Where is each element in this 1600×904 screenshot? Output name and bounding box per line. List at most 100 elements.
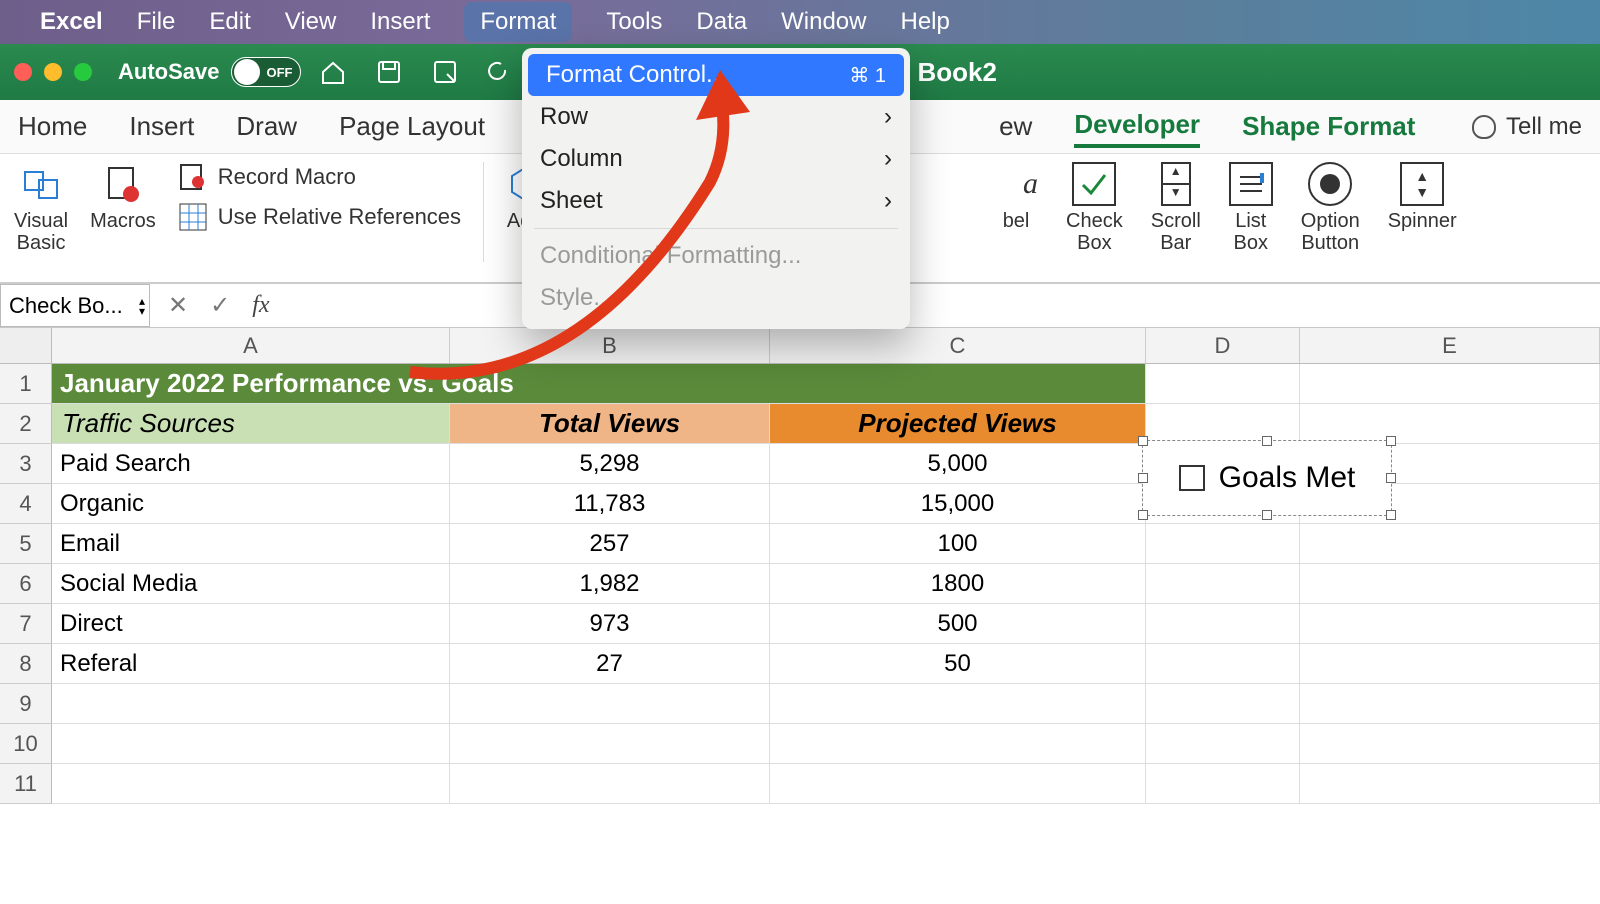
row-header[interactable]: 6 xyxy=(0,564,52,604)
namebox-stepper[interactable]: ▴▾ xyxy=(139,296,145,316)
cell[interactable]: Paid Search xyxy=(52,444,450,484)
cell[interactable]: 1800 xyxy=(770,564,1146,604)
tab-page-layout[interactable]: Page Layout xyxy=(339,107,485,146)
cell[interactable] xyxy=(1146,524,1300,564)
cancel-formula-icon[interactable]: ✕ xyxy=(168,291,188,320)
row-header[interactable]: 4 xyxy=(0,484,52,524)
row-header[interactable]: 5 xyxy=(0,524,52,564)
cell[interactable] xyxy=(1146,684,1300,724)
home-icon[interactable] xyxy=(319,58,347,86)
cell[interactable] xyxy=(52,764,450,804)
cell[interactable] xyxy=(1146,604,1300,644)
cell[interactable]: 257 xyxy=(450,524,770,564)
checkbox-control[interactable]: Check Box xyxy=(1066,162,1123,254)
menu-file[interactable]: File xyxy=(137,8,176,36)
cell[interactable] xyxy=(450,684,770,724)
cell[interactable] xyxy=(1146,564,1300,604)
tab-shape-format[interactable]: Shape Format xyxy=(1242,107,1415,146)
cell[interactable]: 1,982 xyxy=(450,564,770,604)
save-as-icon[interactable] xyxy=(431,58,459,86)
cell[interactable]: 5,000 xyxy=(770,444,1146,484)
undo-icon[interactable] xyxy=(487,58,507,86)
cell[interactable] xyxy=(1300,364,1600,404)
cell[interactable]: Social Media xyxy=(52,564,450,604)
menu-app[interactable]: Excel xyxy=(40,8,103,36)
cell[interactable] xyxy=(770,724,1146,764)
cell[interactable] xyxy=(1300,564,1600,604)
menuitem-sheet[interactable]: Sheet › xyxy=(522,180,910,222)
cell[interactable]: Organic xyxy=(52,484,450,524)
macros-button[interactable]: Macros xyxy=(90,162,156,232)
spinner-control[interactable]: ▲▼ Spinner xyxy=(1388,162,1457,232)
save-icon[interactable] xyxy=(375,58,403,86)
cell[interactable]: 11,783 xyxy=(450,484,770,524)
tab-home[interactable]: Home xyxy=(18,107,87,146)
row-header[interactable]: 1 xyxy=(0,364,52,404)
cell[interactable]: 973 xyxy=(450,604,770,644)
resize-handle[interactable] xyxy=(1262,510,1272,520)
cell[interactable] xyxy=(450,764,770,804)
cell[interactable]: Referal xyxy=(52,644,450,684)
col-header-C[interactable]: C xyxy=(770,328,1146,363)
cell[interactable] xyxy=(1146,724,1300,764)
resize-handle[interactable] xyxy=(1386,510,1396,520)
cell[interactable] xyxy=(1300,524,1600,564)
resize-handle[interactable] xyxy=(1138,436,1148,446)
menu-data[interactable]: Data xyxy=(696,8,747,36)
row-header[interactable]: 7 xyxy=(0,604,52,644)
menu-view[interactable]: View xyxy=(285,8,337,36)
menu-tools[interactable]: Tools xyxy=(606,8,662,36)
cell[interactable]: Email xyxy=(52,524,450,564)
row-header[interactable]: 8 xyxy=(0,644,52,684)
cell[interactable]: 5,298 xyxy=(450,444,770,484)
row-header[interactable]: 10 xyxy=(0,724,52,764)
cell[interactable] xyxy=(450,724,770,764)
menu-insert[interactable]: Insert xyxy=(370,8,430,36)
visual-basic-button[interactable]: Visual Basic xyxy=(14,162,68,254)
autosave-toggle[interactable]: AutoSave OFF xyxy=(118,57,301,87)
name-box[interactable]: Check Bo... ▴▾ xyxy=(0,284,150,327)
row-header[interactable]: 11 xyxy=(0,764,52,804)
col-header-D[interactable]: D xyxy=(1146,328,1300,363)
zoom-window-button[interactable] xyxy=(74,63,92,81)
option-button-control[interactable]: Option Button xyxy=(1301,162,1360,254)
scrollbar-control[interactable]: ▲ ▼ Scroll Bar xyxy=(1151,162,1201,254)
cell[interactable] xyxy=(1300,724,1600,764)
tab-insert[interactable]: Insert xyxy=(129,107,194,146)
cell[interactable] xyxy=(1146,364,1300,404)
cell[interactable] xyxy=(1146,764,1300,804)
cell[interactable]: Direct xyxy=(52,604,450,644)
menuitem-format-control[interactable]: Format Control... ⌘ 1 xyxy=(528,54,904,96)
tell-me[interactable]: Tell me xyxy=(1472,113,1582,141)
menuitem-column[interactable]: Column › xyxy=(522,138,910,180)
select-all-cell[interactable] xyxy=(0,328,52,363)
tab-developer[interactable]: Developer xyxy=(1074,105,1200,148)
cell[interactable] xyxy=(1300,644,1600,684)
col-header-E[interactable]: E xyxy=(1300,328,1600,363)
cell[interactable]: 27 xyxy=(450,644,770,684)
row-header[interactable]: 3 xyxy=(0,444,52,484)
cell[interactable]: 100 xyxy=(770,524,1146,564)
close-window-button[interactable] xyxy=(14,63,32,81)
accept-formula-icon[interactable]: ✓ xyxy=(210,291,230,320)
listbox-control[interactable]: List Box xyxy=(1229,162,1273,254)
fx-icon[interactable]: fx xyxy=(252,292,269,319)
tab-cutoff[interactable]: ew xyxy=(999,107,1032,146)
cell[interactable] xyxy=(1300,684,1600,724)
row-header[interactable]: 9 xyxy=(0,684,52,724)
cell[interactable] xyxy=(1146,644,1300,684)
cell[interactable]: January 2022 Performance vs. Goals xyxy=(52,364,1146,404)
resize-handle[interactable] xyxy=(1386,436,1396,446)
menuitem-row[interactable]: Row › xyxy=(522,96,910,138)
menu-format[interactable]: Format xyxy=(464,2,572,42)
cell[interactable]: 50 xyxy=(770,644,1146,684)
col-header-A[interactable]: A xyxy=(52,328,450,363)
cell[interactable] xyxy=(52,684,450,724)
col-header-B[interactable]: B xyxy=(450,328,770,363)
cell[interactable]: 500 xyxy=(770,604,1146,644)
row-header[interactable]: 2 xyxy=(0,404,52,444)
cell[interactable] xyxy=(770,764,1146,804)
cell[interactable] xyxy=(770,684,1146,724)
menu-edit[interactable]: Edit xyxy=(209,8,250,36)
resize-handle[interactable] xyxy=(1386,473,1396,483)
